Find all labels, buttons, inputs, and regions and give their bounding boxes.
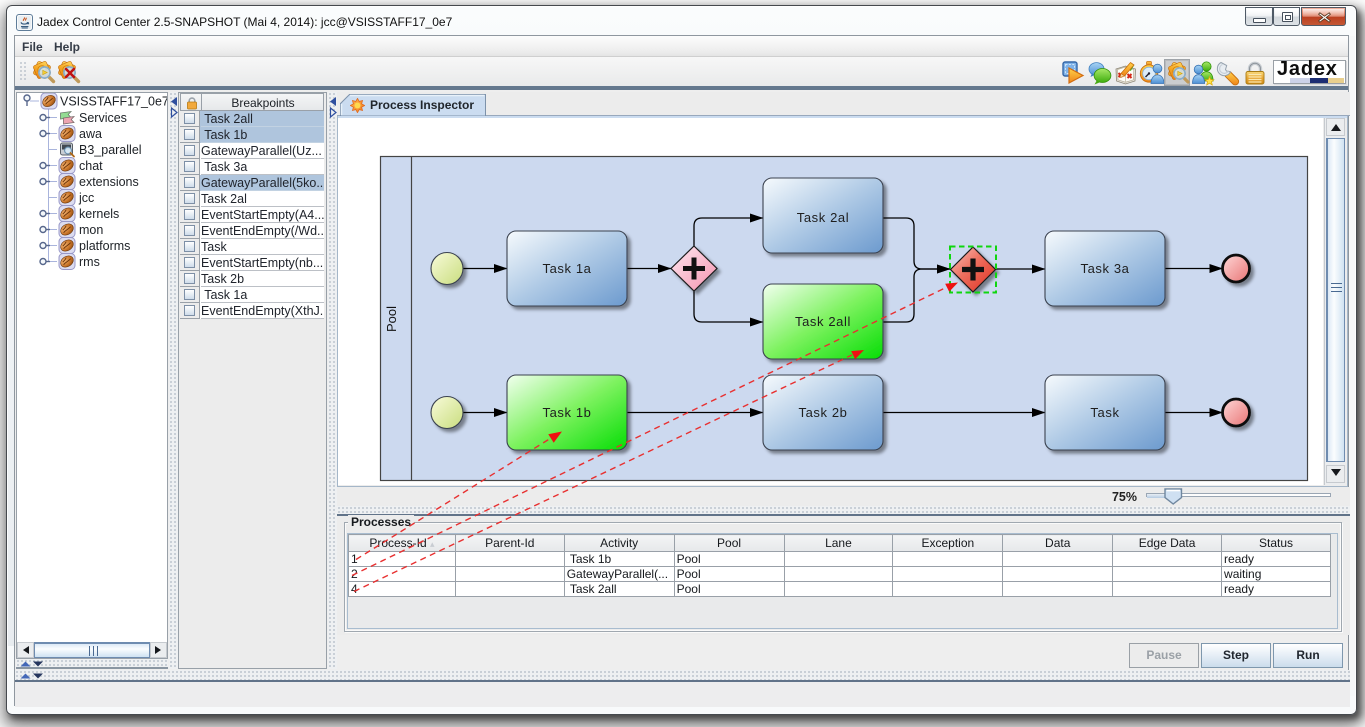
- svg-text:kernels: kernels: [79, 207, 119, 221]
- svg-text:rms: rms: [79, 255, 100, 269]
- svg-text:Task 2all: Task 2all: [795, 314, 851, 329]
- svg-text:Task 3a: Task 3a: [1080, 261, 1129, 276]
- svg-text:Task 1b: Task 1b: [542, 405, 591, 420]
- svg-text:Task: Task: [1090, 405, 1119, 420]
- svg-text:platforms: platforms: [79, 239, 130, 253]
- svg-text:extensions: extensions: [79, 175, 139, 189]
- svg-text:mon: mon: [79, 223, 103, 237]
- svg-text:chat: chat: [79, 159, 103, 173]
- svg-text:awa: awa: [79, 127, 102, 141]
- svg-text:Pool: Pool: [384, 306, 399, 332]
- svg-text:Task 2b: Task 2b: [798, 405, 847, 420]
- svg-text:Task 1a: Task 1a: [542, 261, 591, 276]
- svg-text:VSISSTAFF17_0e7: VSISSTAFF17_0e7: [60, 95, 167, 109]
- svg-text:Task 2al: Task 2al: [797, 210, 850, 225]
- svg-text:B3_parallel: B3_parallel: [79, 143, 142, 157]
- svg-text:jcc: jcc: [78, 191, 94, 205]
- svg-text:Services: Services: [79, 111, 127, 125]
